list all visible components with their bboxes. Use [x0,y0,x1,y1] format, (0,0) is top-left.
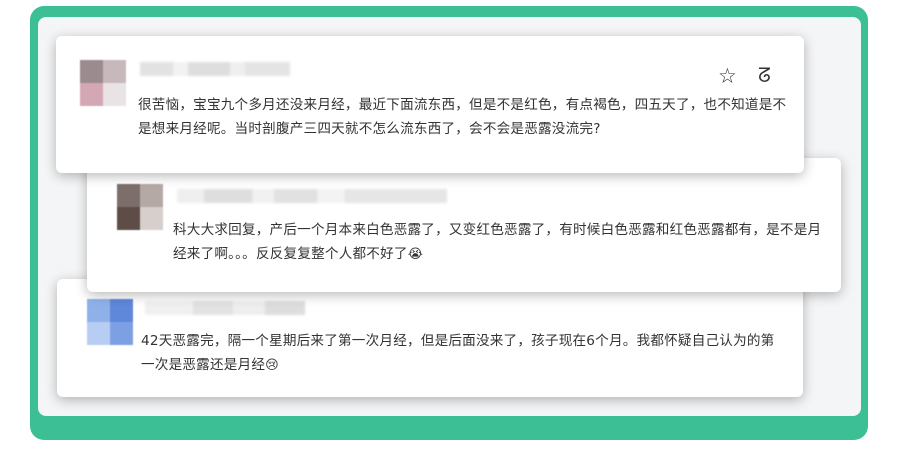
comment-card: 42天恶露完，隔一个星期后来了第一次月经，但是后面没来了，孩子现在6个月。我都怀… [57,279,803,397]
comment-card: 科大大求回复，产后一个月本来白色恶露了，又变红色恶露了，有时候白色恶露和红色恶露… [87,158,841,292]
star-icon[interactable]: ☆ [718,65,737,87]
avatar [87,299,133,345]
comment-card: ☆ ᘔ 很苦恼，宝宝九个多月还没来月经，最近下面流东西，但是不是红色，有点褐色，… [56,36,804,173]
comment-text: 42天恶露完，隔一个星期后来了第一次月经，但是后面没来了，孩子现在6个月。我都怀… [141,333,775,373]
share-icon[interactable]: ᘔ [758,64,771,86]
comment-text: 很苦恼，宝宝九个多月还没来月经，最近下面流东西，但是不是红色，有点褐色，四五天了… [138,97,787,137]
crying-emoji: 😢 [265,358,279,373]
username-redacted [140,62,290,76]
crying-emoji: 😭 [407,247,424,262]
username-redacted [177,189,447,203]
avatar [117,184,163,230]
avatar [80,60,126,106]
comment-text: 科大大求回复，产后一个月本来白色恶露了，又变红色恶露了，有时候白色恶露和红色恶露… [173,222,822,262]
username-redacted [145,301,305,315]
